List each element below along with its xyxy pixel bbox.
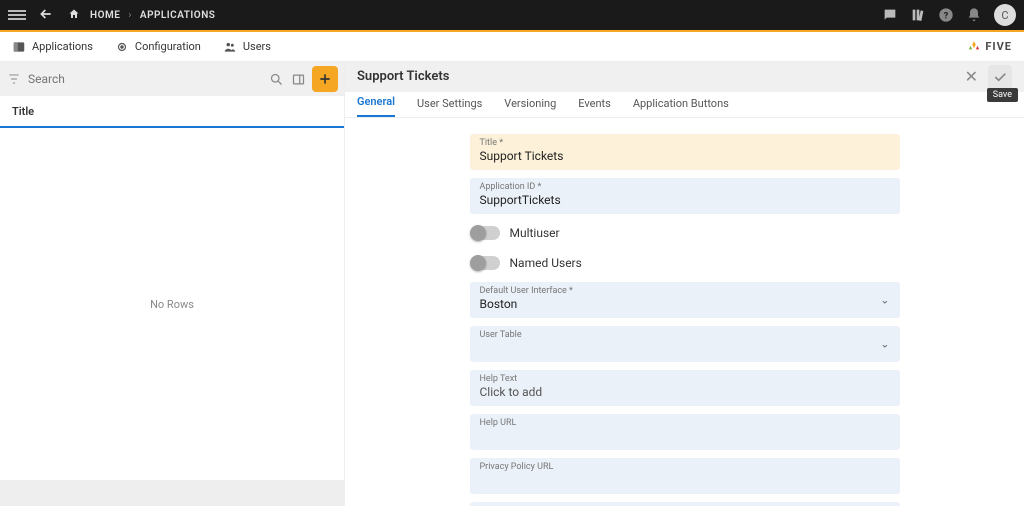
avatar-initial: C <box>1001 9 1008 22</box>
help-text-field[interactable]: Help Text Click to add <box>470 370 900 406</box>
tab-events[interactable]: Events <box>578 97 611 117</box>
named-users-label: Named Users <box>510 256 582 270</box>
tab-user-settings[interactable]: User Settings <box>417 97 482 117</box>
breadcrumb: HOME › APPLICATIONS <box>68 8 215 23</box>
back-button[interactable] <box>38 6 54 25</box>
nav-applications[interactable]: Applications <box>12 40 93 54</box>
multiuser-row: Multiuser <box>470 222 900 244</box>
chat-icon[interactable] <box>882 7 898 23</box>
list-footer <box>0 480 344 506</box>
detail-panel: Support Tickets ✕ General User Settings … <box>345 62 1024 506</box>
appid-field[interactable]: Application ID * SupportTickets <box>470 178 900 214</box>
filter-icon[interactable] <box>6 71 22 87</box>
tabs: General User Settings Versioning Events … <box>345 92 1024 119</box>
save-button[interactable] <box>988 65 1012 89</box>
help-icon[interactable]: ? <box>938 7 954 23</box>
license-field[interactable]: License Agreement Click to add <box>470 502 900 506</box>
page-title: Support Tickets <box>357 69 449 84</box>
default-ui-value: Boston <box>480 297 890 312</box>
nav-configuration[interactable]: Configuration <box>115 40 201 54</box>
privacy-url-value <box>480 473 890 488</box>
user-table-value <box>480 341 890 356</box>
nav-configuration-label: Configuration <box>135 40 201 53</box>
svg-text:?: ? <box>944 10 949 21</box>
menu-icon[interactable] <box>8 8 26 22</box>
help-url-label: Help URL <box>480 418 890 428</box>
list-body: No Rows <box>0 128 344 480</box>
nav-users[interactable]: Users <box>223 40 271 54</box>
named-users-row: Named Users <box>470 252 900 274</box>
nav-users-label: Users <box>243 40 271 53</box>
list-column-title[interactable]: Title <box>0 96 344 128</box>
title-field[interactable]: Title * Support Tickets <box>470 134 900 170</box>
chevron-right-icon: › <box>128 10 132 21</box>
default-ui-field[interactable]: Default User Interface * Boston ⌄ <box>470 282 900 318</box>
privacy-url-field[interactable]: Privacy Policy URL <box>470 458 900 494</box>
secondary-nav: Applications Configuration Users FIVE <box>0 32 1024 62</box>
breadcrumb-current[interactable]: APPLICATIONS <box>140 10 216 21</box>
title-value: Support Tickets <box>480 149 890 164</box>
brand-text: FIVE <box>985 40 1012 53</box>
named-users-toggle[interactable] <box>472 256 500 270</box>
user-table-label: User Table <box>480 330 890 340</box>
privacy-url-label: Privacy Policy URL <box>480 462 890 472</box>
library-icon[interactable] <box>910 7 926 23</box>
nav-applications-label: Applications <box>32 40 93 53</box>
help-url-value <box>480 429 890 444</box>
help-text-label: Help Text <box>480 374 890 384</box>
multiuser-label: Multiuser <box>510 226 560 240</box>
breadcrumb-home[interactable]: HOME <box>90 10 120 21</box>
empty-state-text: No Rows <box>150 298 194 311</box>
brand-logo: FIVE <box>967 40 1012 54</box>
dock-icon[interactable] <box>290 71 306 87</box>
default-ui-label: Default User Interface * <box>480 286 890 296</box>
main: Title No Rows Support Tickets ✕ General … <box>0 62 1024 506</box>
form: Title * Support Tickets Application ID *… <box>345 118 1024 506</box>
appid-value: SupportTickets <box>480 193 890 208</box>
home-icon[interactable] <box>68 8 80 23</box>
add-button[interactable] <box>312 66 338 92</box>
title-label: Title * <box>480 138 890 148</box>
tab-versioning[interactable]: Versioning <box>504 97 556 117</box>
search-input[interactable] <box>28 72 262 86</box>
detail-header: Support Tickets ✕ <box>345 62 1024 92</box>
tab-general[interactable]: General <box>357 95 395 117</box>
appid-label: Application ID * <box>480 182 890 192</box>
avatar[interactable]: C <box>994 4 1016 26</box>
sidebar: Title No Rows <box>0 62 345 506</box>
top-bar: HOME › APPLICATIONS ? C <box>0 0 1024 30</box>
save-tooltip: Save <box>987 88 1018 102</box>
search-icon[interactable] <box>268 71 284 87</box>
tab-application-buttons[interactable]: Application Buttons <box>633 97 729 117</box>
help-url-field[interactable]: Help URL <box>470 414 900 450</box>
bell-icon[interactable] <box>966 7 982 23</box>
close-icon[interactable]: ✕ <box>965 67 978 86</box>
help-text-value: Click to add <box>480 385 890 400</box>
multiuser-toggle[interactable] <box>472 226 500 240</box>
user-table-field[interactable]: User Table ⌄ <box>470 326 900 362</box>
search-row <box>0 62 344 96</box>
